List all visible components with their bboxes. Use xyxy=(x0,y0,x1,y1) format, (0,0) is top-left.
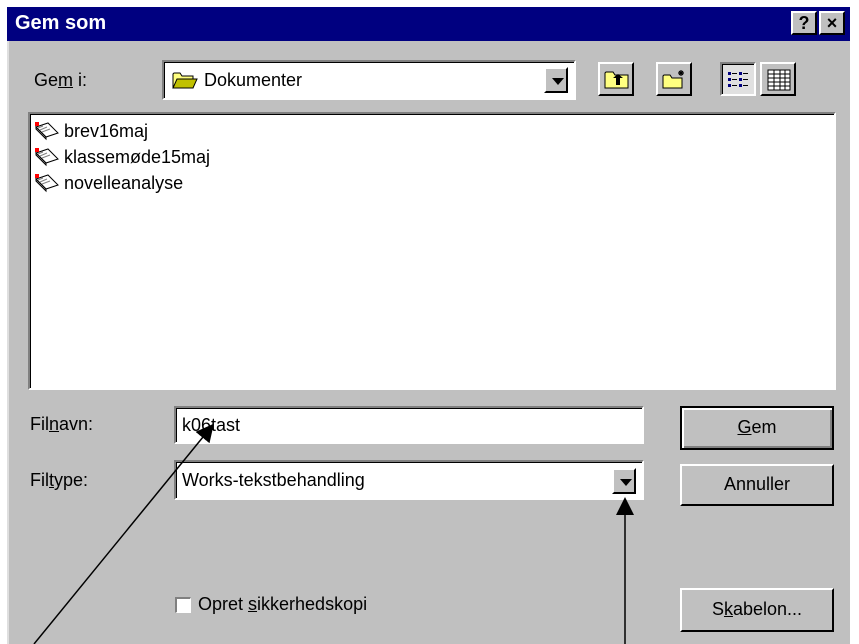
annotation-arrows xyxy=(33,423,634,644)
arrow-to-filename xyxy=(33,423,214,644)
